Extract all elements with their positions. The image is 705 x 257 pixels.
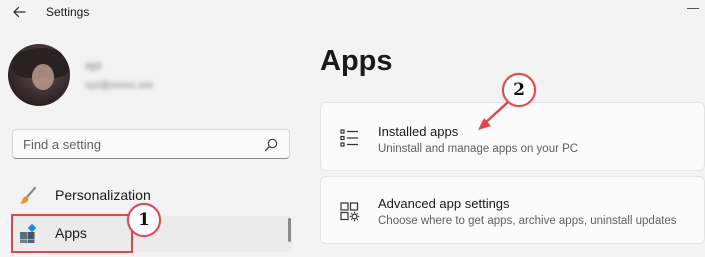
advanced-app-settings-card[interactable]: Advanced app settings Choose where to ge… — [320, 176, 705, 244]
paintbrush-icon — [20, 186, 37, 204]
back-arrow-icon — [13, 6, 26, 18]
list-icon — [340, 129, 358, 147]
app-settings-icon — [340, 202, 360, 222]
user-email: xyz@xxxxx.xxx — [85, 80, 153, 91]
card-subtitle: Choose where to get apps, archive apps, … — [378, 215, 677, 227]
apps-icon — [20, 224, 37, 243]
minimize-button[interactable] — [687, 0, 699, 9]
installed-apps-card[interactable]: Installed apps Uninstall and manage apps… — [320, 102, 705, 171]
card-title: Installed apps — [378, 124, 459, 139]
sidebar-item-label: Personalization — [55, 187, 151, 203]
sidebar-item-label: Apps — [55, 225, 87, 241]
step-badge-2: 2 — [502, 73, 536, 107]
search-placeholder: Find a setting — [23, 137, 102, 152]
page-title: Apps — [320, 45, 393, 77]
title-bar: Settings — [0, 0, 705, 26]
card-title: Advanced app settings — [378, 196, 510, 211]
step-badge-1: 1 — [127, 203, 161, 237]
back-button[interactable] — [10, 2, 30, 22]
card-subtitle: Uninstall and manage apps on your PC — [378, 143, 579, 155]
search-icon — [264, 138, 278, 152]
window-title: Settings — [46, 5, 90, 19]
search-input[interactable]: Find a setting — [12, 129, 290, 159]
scrollbar[interactable] — [288, 218, 291, 242]
avatar[interactable] — [8, 44, 70, 106]
user-name: xyz — [85, 60, 102, 72]
